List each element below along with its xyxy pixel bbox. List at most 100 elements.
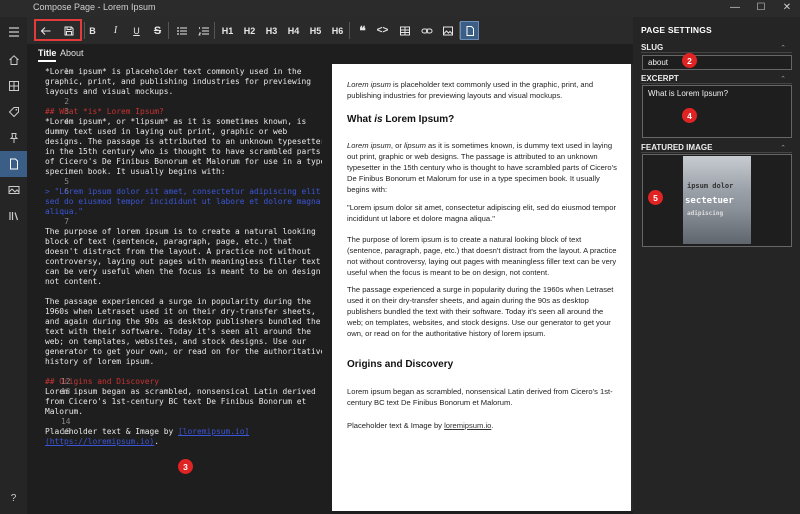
toolbar-separator (349, 22, 350, 39)
tag-icon[interactable] (0, 99, 27, 125)
preview-paragraph: Lorem ipsum, or lipsum as it is sometime… (347, 140, 617, 195)
heading-5-button[interactable]: H5 (306, 21, 325, 40)
editor-line: ## What *is* Lorem Ipsum? (45, 107, 164, 116)
document-icon (466, 25, 474, 36)
heading-3-button[interactable]: H3 (262, 21, 281, 40)
preview-paragraph: The purpose of lorem ipsum is to create … (347, 235, 617, 277)
insert-image-button[interactable] (438, 21, 457, 40)
featured-image-frame[interactable]: ipsum dolor sectetuer adipiscing (642, 154, 792, 247)
section-divider (641, 52, 792, 53)
bold-button[interactable]: B (83, 21, 102, 40)
markdown-editor[interactable]: 1 *Lorem ipsum* is placeholder text comm… (27, 64, 332, 511)
gallery-icon[interactable] (0, 177, 27, 203)
tab-about[interactable]: About (60, 48, 84, 58)
window-title: Compose Page - Lorem Ipsum (33, 2, 156, 12)
page-settings-panel: PAGE SETTINGS SLUG ⌃ about EXCERPT ⌃ Wha… (633, 17, 800, 514)
callout-badge-4: 4 (682, 108, 697, 123)
slug-label: SLUG (641, 43, 664, 52)
hamburger-menu-icon[interactable] (0, 19, 27, 45)
italic-button[interactable]: I (106, 21, 125, 40)
strikethrough-button[interactable]: S (148, 21, 167, 40)
help-icon[interactable]: ? (0, 485, 27, 511)
image-text: sectetuer (685, 196, 734, 206)
minimize-button[interactable]: — (722, 0, 748, 17)
library-icon[interactable] (0, 203, 27, 229)
pages-grid-icon[interactable] (0, 73, 27, 99)
preview-em: Lorem ipsum (347, 141, 391, 150)
excerpt-label: EXCERPT (641, 74, 679, 83)
image-text: adipiscing (687, 210, 724, 217)
preview-heading-em: is (374, 114, 383, 125)
chevron-up-icon[interactable]: ⌃ (780, 44, 786, 52)
editor-line: Lorem ipsum began as scrambled, nonsensi… (45, 387, 316, 416)
pin-icon[interactable] (0, 125, 27, 151)
code-button[interactable]: <> (373, 21, 392, 40)
preview-blockquote: "Lorem ipsum dolor sit amet, consectetur… (347, 203, 617, 223)
image-icon (442, 26, 453, 35)
editor-line: ## Origins and Discovery (45, 377, 160, 386)
callout-badge-2: 2 (682, 53, 697, 68)
image-text: ipsum dolor (687, 182, 734, 190)
preview-text: . (491, 421, 494, 430)
slug-input[interactable]: about (642, 55, 792, 70)
editor-line: The purpose of lorem ipsum is to create … (45, 227, 326, 286)
editor-line: The passage experienced a surge in popul… (45, 297, 326, 366)
excerpt-textarea[interactable]: What is Lorem Ipsum? (642, 85, 792, 138)
heading-2-button[interactable]: H2 (240, 21, 259, 40)
preview-heading-b: Lorem Ipsum? (382, 114, 455, 125)
editor-line: *Lorem ipsum*, or *lipsum* as it is some… (45, 117, 326, 176)
preview-paragraph: The passage experienced a surge in popul… (347, 285, 614, 338)
preview-heading: What is Lorem Ipsum? (347, 113, 617, 126)
preview-heading: Origins and Discovery (347, 358, 617, 371)
table-icon (399, 26, 410, 35)
numbered-list-button[interactable] (194, 21, 213, 40)
chevron-up-icon[interactable]: ⌃ (780, 75, 786, 83)
editor-line: Placeholder text & Image by [loremipsum.… (45, 427, 327, 447)
app-sidebar: ? (0, 17, 27, 514)
section-divider (641, 83, 792, 84)
line-number: 12 (61, 377, 71, 386)
editor-scrollbar[interactable] (322, 64, 332, 511)
formatting-toolbar: B I U S H1 H2 H3 H4 H5 H6 ❝ <> (27, 17, 633, 44)
close-button[interactable]: ✕ (774, 0, 800, 17)
preview-em: lipsum (403, 141, 426, 150)
underline-button[interactable]: U (127, 21, 146, 40)
line-number: 5 (64, 177, 69, 186)
bullet-list-icon (176, 26, 187, 35)
compose-page-icon[interactable] (0, 151, 27, 177)
preview-text: Placeholder text & Image by (347, 421, 445, 430)
editor-tabs: Title About (27, 44, 633, 64)
heading-4-button[interactable]: H4 (284, 21, 303, 40)
link-button[interactable] (417, 21, 436, 40)
featured-image-thumbnail: ipsum dolor sectetuer adipiscing (683, 156, 751, 244)
maximize-button[interactable]: ☐ (748, 0, 774, 17)
preview-toggle-button[interactable] (460, 21, 479, 40)
preview-link[interactable]: loremipsum.io (444, 421, 491, 430)
numbered-list-icon (197, 26, 209, 35)
tab-title[interactable]: Title (38, 48, 57, 62)
line-number: 14 (61, 417, 71, 426)
featured-image-label: FEATURED IMAGE (641, 143, 713, 152)
line-number: 2 (64, 97, 69, 106)
blockquote-button[interactable]: ❝ (353, 21, 372, 40)
chevron-up-icon[interactable]: ⌃ (780, 144, 786, 152)
help-label: ? (10, 492, 17, 504)
editor-text: Placeholder text & Image by (45, 427, 179, 436)
preview-paragraph: Lorem ipsum is placeholder text commonly… (347, 79, 617, 101)
link-icon (421, 28, 432, 33)
toolbar-separator (168, 22, 169, 39)
editor-line: > "Lorem ipsum dolor sit amet, consectet… (45, 187, 326, 216)
section-divider (641, 152, 792, 153)
bullet-list-button[interactable] (172, 21, 191, 40)
home-icon[interactable] (0, 47, 27, 73)
markdown-preview: Lorem ipsum is placeholder text commonly… (332, 64, 631, 511)
table-button[interactable] (395, 21, 414, 40)
preview-em: Lorem ipsum (347, 80, 391, 89)
heading-6-button[interactable]: H6 (328, 21, 347, 40)
heading-1-button[interactable]: H1 (218, 21, 237, 40)
toolbar-separator (214, 22, 215, 39)
preview-text: , or (390, 141, 404, 150)
highlight-box (34, 19, 82, 41)
preview-paragraph: Lorem ipsum began as scrambled, nonsensi… (347, 387, 613, 407)
page-settings-title: PAGE SETTINGS (641, 25, 712, 35)
